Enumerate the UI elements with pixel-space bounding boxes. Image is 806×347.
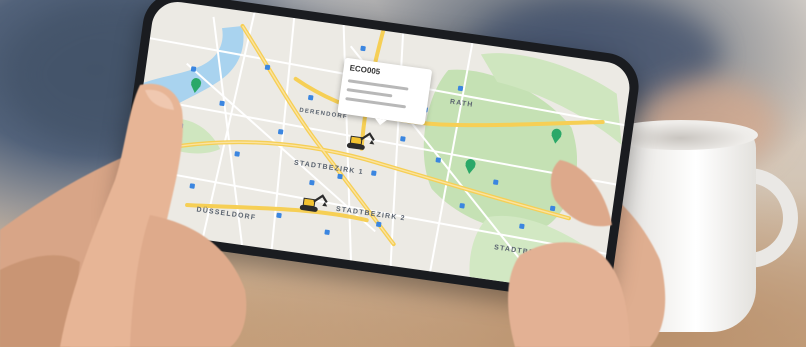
- photo-scene: STADTBEZIRK 1 STADTBEZIRK 2 STADTBEZIRK …: [0, 0, 806, 347]
- right-hand-thumb: [508, 160, 630, 347]
